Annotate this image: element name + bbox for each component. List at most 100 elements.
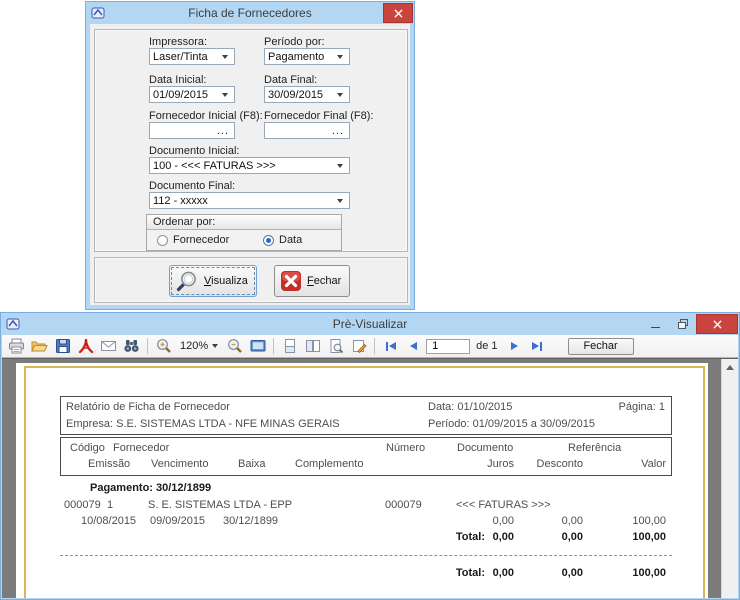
- edit-page-button[interactable]: [348, 337, 369, 356]
- monitor-icon: [250, 338, 266, 354]
- fornecedor-inicial-input[interactable]: ...: [149, 122, 235, 139]
- floppy-save-icon: [55, 338, 71, 354]
- dialog-close-button[interactable]: [383, 3, 413, 23]
- previous-page-button[interactable]: [403, 337, 424, 356]
- minimize-icon: [651, 327, 660, 328]
- ordenar-groupbox: Ordenar por: Fornecedor Data: [146, 214, 342, 251]
- data-inicial-value: 01/09/2015: [150, 89, 222, 101]
- preview-title: Prè-Visualizar: [1, 317, 739, 331]
- arrow-right-icon: [511, 342, 518, 350]
- ficha-fornecedores-window: Ficha de Fornecedores Impressora: Períod…: [85, 1, 415, 310]
- report-page: Relatório de Ficha de Fornecedor Data: 0…: [16, 363, 708, 598]
- close-icon: [394, 9, 403, 18]
- minimize-button[interactable]: [642, 314, 669, 334]
- two-pages-icon: [305, 338, 321, 354]
- documento-inicial-label: Documento Inicial:: [149, 145, 240, 157]
- arrow-left-icon: [389, 342, 396, 350]
- zoom-level-select[interactable]: 120%: [176, 338, 222, 355]
- documento-inicial-value: 100 - <<< FATURAS >>>: [150, 160, 337, 172]
- fechar-button[interactable]: Fechar: [274, 265, 350, 297]
- report-date: Data: 01/10/2015: [428, 401, 512, 413]
- chevron-down-icon: [337, 55, 343, 59]
- page-number-input[interactable]: [426, 339, 470, 354]
- col-valor: Valor: [641, 458, 666, 470]
- fornecedor-final-browse-button[interactable]: ...: [332, 125, 344, 137]
- documento-final-label: Documento Final:: [149, 180, 235, 192]
- open-button[interactable]: [29, 337, 50, 356]
- radio-circle-selected-icon: [263, 235, 274, 246]
- zoom-in-button[interactable]: [153, 337, 174, 356]
- find-button[interactable]: [121, 337, 142, 356]
- report-company: Empresa: S.E. SISTEMAS LTDA - NFE MINAS …: [66, 418, 340, 430]
- last-page-button[interactable]: [527, 337, 548, 356]
- app-icon: [6, 317, 20, 331]
- close-icon: [713, 320, 722, 329]
- dialog-body: Impressora: Período por: Laser/Tinta Pag…: [90, 24, 410, 305]
- dashed-separator: [60, 555, 672, 556]
- col-desconto: Desconto: [537, 458, 583, 470]
- print-button[interactable]: [6, 337, 27, 356]
- data-final-select[interactable]: 30/09/2015: [264, 86, 350, 103]
- save-button[interactable]: [52, 337, 73, 356]
- toolbar-separator: [147, 338, 148, 354]
- radio-fornecedor[interactable]: Fornecedor: [157, 234, 229, 246]
- visualiza-button[interactable]: Visualiza: [169, 265, 257, 297]
- documento-final-select[interactable]: 112 - xxxxx: [149, 192, 350, 209]
- col-juros: Juros: [487, 458, 514, 470]
- row-baixa: 30/12/1899: [223, 515, 278, 527]
- two-page-view-button[interactable]: [302, 337, 323, 356]
- fornecedor-final-input[interactable]: ...: [264, 122, 350, 139]
- periodo-select[interactable]: Pagamento: [264, 48, 350, 65]
- impressora-select[interactable]: Laser/Tinta: [149, 48, 235, 65]
- impressora-value: Laser/Tinta: [150, 51, 222, 63]
- last-page-icon: [540, 342, 542, 351]
- report-title: Relatório de Ficha de Fornecedor: [66, 401, 230, 413]
- full-screen-button[interactable]: [247, 337, 268, 356]
- app-icon: [91, 6, 105, 20]
- export-pdf-button[interactable]: [75, 337, 96, 356]
- row-desconto: 0,00: [562, 515, 583, 527]
- row-vencimento: 09/09/2015: [150, 515, 205, 527]
- preview-fechar-button[interactable]: Fechar: [568, 338, 634, 355]
- grand-total-desconto: 0,00: [562, 567, 583, 579]
- fornecedor-inicial-browse-button[interactable]: ...: [217, 125, 229, 137]
- zoom-out-icon: [227, 338, 243, 354]
- col-documento: Documento: [457, 442, 513, 454]
- fornecedor-final-label: Fornecedor Final (F8):: [264, 110, 373, 122]
- row-seq: 1: [107, 499, 113, 511]
- scroll-up-button[interactable]: [722, 359, 738, 375]
- next-page-button[interactable]: [504, 337, 525, 356]
- preview-titlebar[interactable]: Prè-Visualizar: [1, 313, 739, 335]
- row-juros: 0,00: [493, 515, 514, 527]
- report-page-number: Página: 1: [619, 401, 665, 413]
- total-label: Total:: [456, 531, 485, 543]
- magnifier-icon: [175, 269, 199, 293]
- col-complemento: Complemento: [295, 458, 363, 470]
- zoom-out-button[interactable]: [224, 337, 245, 356]
- col-vencimento: Vencimento: [151, 458, 208, 470]
- dialog-titlebar[interactable]: Ficha de Fornecedores: [86, 2, 414, 24]
- button-panel: Visualiza Fechar: [94, 257, 408, 303]
- ordenar-label: Ordenar por:: [147, 215, 341, 230]
- page-zoom-button[interactable]: [325, 337, 346, 356]
- first-page-icon: [386, 342, 388, 351]
- col-numero: Número: [386, 442, 425, 454]
- documento-inicial-select[interactable]: 100 - <<< FATURAS >>>: [149, 157, 350, 174]
- data-inicial-label: Data Inicial:: [149, 74, 206, 86]
- maximize-button[interactable]: [669, 314, 696, 334]
- preview-close-button[interactable]: [696, 314, 738, 334]
- first-page-button[interactable]: [380, 337, 401, 356]
- radio-data[interactable]: Data: [263, 234, 302, 246]
- printer-icon: [8, 338, 25, 354]
- fechar-label: Fechar: [307, 275, 341, 287]
- grand-total-valor: 100,00: [632, 567, 666, 579]
- send-email-button[interactable]: [98, 337, 119, 356]
- preview-window: Prè-Visualizar: [0, 312, 740, 600]
- restore-icon: [678, 319, 688, 329]
- folder-open-icon: [31, 338, 48, 354]
- single-page-view-button[interactable]: [279, 337, 300, 356]
- vertical-scrollbar[interactable]: [721, 359, 738, 598]
- report-column-header-box: Código Fornecedor Número Documento Refer…: [60, 437, 672, 476]
- data-inicial-select[interactable]: 01/09/2015: [149, 86, 235, 103]
- col-codigo: Código: [70, 442, 105, 454]
